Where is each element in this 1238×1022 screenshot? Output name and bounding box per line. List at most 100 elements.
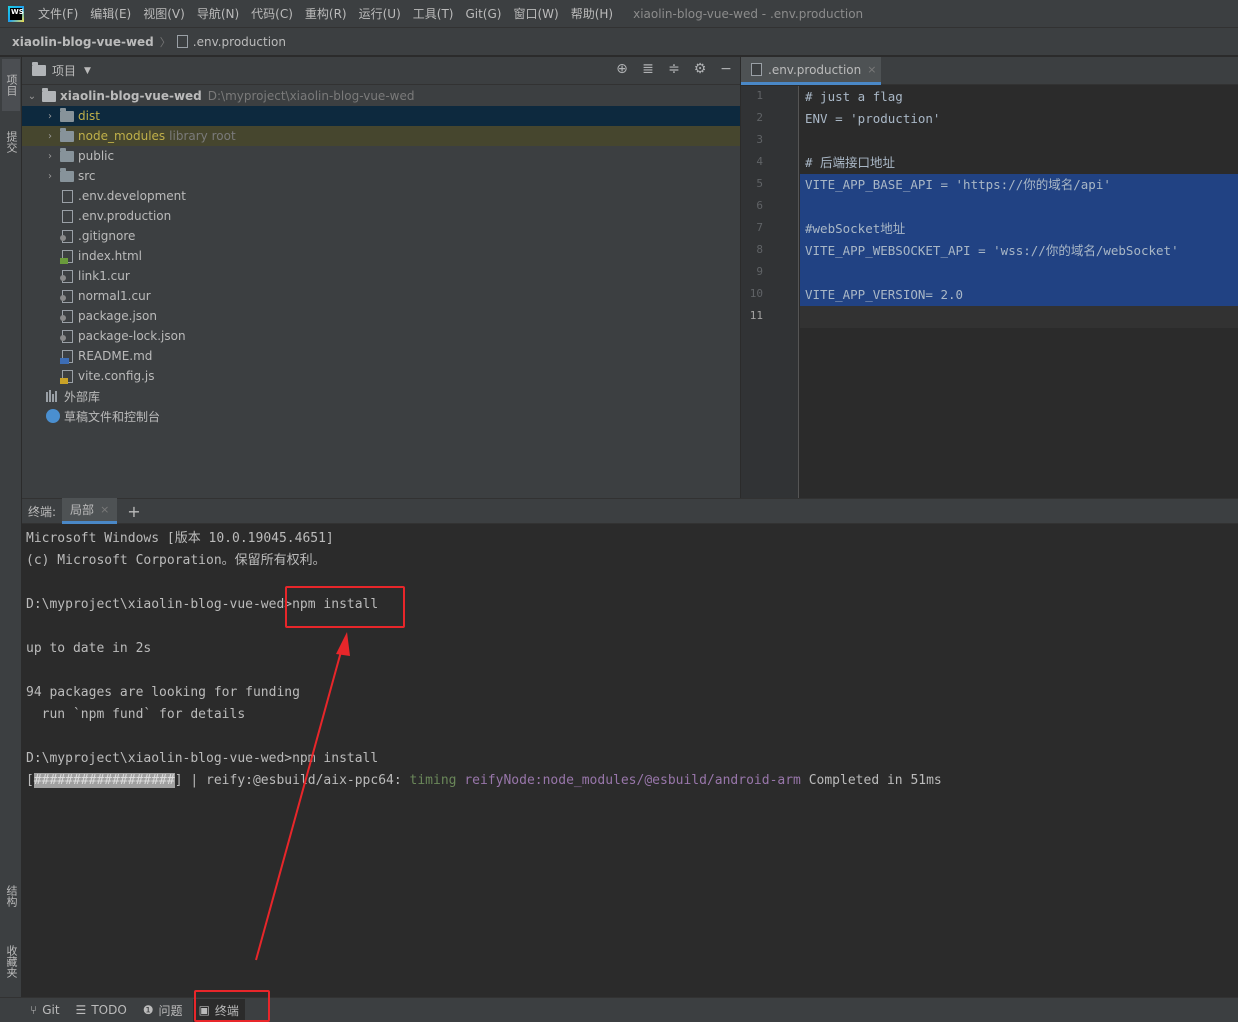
expand-all-icon[interactable]: ≣: [640, 61, 656, 77]
breadcrumb-project[interactable]: xiaolin-blog-vue-wed: [12, 35, 154, 49]
code-line-selected: VITE_APP_VERSION= 2.0: [800, 284, 1238, 306]
close-icon[interactable]: ×: [867, 63, 876, 76]
menu-view[interactable]: 视图(V): [137, 5, 191, 22]
scratches-icon: [46, 409, 60, 423]
tree-file-label: .env.development: [78, 189, 186, 203]
folder-icon: [60, 107, 74, 122]
code-line-selected: #webSocket地址: [800, 218, 1238, 240]
tree-folder-dist[interactable]: › dist: [22, 106, 740, 126]
code-line: ENV = 'production': [805, 111, 941, 126]
menu-run[interactable]: 运行(U): [353, 5, 407, 22]
tree-file-label: vite.config.js: [78, 369, 155, 383]
tool-tab-project[interactable]: 项目: [2, 59, 20, 111]
tree-folder-public[interactable]: › public: [22, 146, 740, 166]
json-file-icon: [60, 309, 73, 323]
annotation-box-npm-install: [285, 586, 405, 628]
menu-tools[interactable]: 工具(T): [407, 5, 460, 22]
hide-icon[interactable]: −: [718, 61, 734, 77]
tree-file-label: normal1.cur: [78, 289, 151, 303]
external-libraries-label: 外部库: [64, 389, 101, 404]
tool-window-problems[interactable]: ❶ 问题: [143, 1002, 183, 1019]
terminal-tab-bar: 终端: 局部 × +: [22, 498, 1238, 524]
folder-icon: [60, 127, 74, 142]
chevron-right-icon[interactable]: ›: [44, 131, 56, 142]
tree-scratches[interactable]: 草稿文件和控制台: [22, 406, 740, 426]
chevron-right-icon[interactable]: ›: [44, 171, 56, 182]
chevron-right-icon[interactable]: ›: [44, 111, 56, 122]
editor-tab-bar: .env.production ×: [741, 57, 1238, 85]
tree-folder-node-modules[interactable]: › node_modules library root: [22, 126, 740, 146]
tree-folder-label: public: [78, 149, 115, 163]
terminal-tab-label: 局部: [70, 503, 95, 517]
webstorm-logo-icon: WS: [8, 5, 24, 22]
terminal-line-empty: [26, 616, 1226, 638]
code-line-selected: VITE_APP_WEBSOCKET_API = 'wss://你的域名/web…: [800, 240, 1238, 262]
menu-edit[interactable]: 编辑(E): [84, 5, 137, 22]
menu-help[interactable]: 帮助(H): [565, 5, 619, 22]
js-file-icon: [60, 369, 73, 384]
add-terminal-button[interactable]: +: [127, 502, 140, 521]
project-panel-tools: ⊕ ≣ ≑ ⚙ −: [614, 61, 734, 77]
collapse-all-icon[interactable]: ≑: [666, 61, 682, 77]
close-icon[interactable]: ×: [100, 503, 109, 516]
terminal-line-empty: [26, 726, 1226, 748]
tree-file[interactable]: package-lock.json: [22, 326, 740, 346]
tool-tab-favorites[interactable]: 收藏夹: [2, 932, 20, 990]
file-icon: [62, 189, 73, 203]
terminal-line: 94 packages are looking for funding: [26, 685, 300, 700]
chevron-right-icon[interactable]: ›: [44, 151, 56, 162]
git-branch-icon: ⑂: [30, 1003, 38, 1017]
tool-tab-structure[interactable]: 结构: [2, 872, 20, 920]
tree-file-label: link1.cur: [78, 269, 130, 283]
chevron-down-icon[interactable]: ⌄: [26, 91, 38, 102]
menu-file[interactable]: 文件(F): [32, 5, 84, 22]
line-number: 6: [756, 199, 763, 212]
breadcrumb-separator-icon: 〉: [159, 35, 171, 49]
tree-file[interactable]: README.md: [22, 346, 740, 366]
project-panel-title[interactable]: 项目: [52, 62, 76, 79]
locate-icon[interactable]: ⊕: [614, 61, 630, 77]
tool-window-git[interactable]: ⑂ Git: [30, 1003, 60, 1017]
project-panel-header: 项目 ▼ ⊕ ≣ ≑ ⚙ −: [22, 57, 740, 85]
progress-done: Completed in 51ms: [800, 773, 942, 788]
tree-file[interactable]: link1.cur: [22, 266, 740, 286]
menu-git[interactable]: Git(G): [459, 7, 507, 21]
terminal-output[interactable]: Microsoft Windows [版本 10.0.19045.4651] (…: [26, 528, 1226, 792]
project-view-icon: [32, 62, 46, 76]
tree-file[interactable]: .env.development: [22, 186, 740, 206]
terminal-progress-line: [##################] | reify:@esbuild/ai…: [26, 770, 1226, 792]
annotation-box-terminal-tab: [194, 990, 270, 1022]
breadcrumb-file[interactable]: .env.production: [176, 35, 286, 49]
terminal-tab-local[interactable]: 局部 ×: [62, 498, 118, 524]
folder-icon: [60, 147, 74, 162]
menu-window[interactable]: 窗口(W): [507, 5, 564, 22]
code-line-current: [800, 306, 1238, 328]
tree-folder-src[interactable]: › src: [22, 166, 740, 186]
tree-root[interactable]: ⌄ xiaolin-blog-vue-wed D:\myproject\xiao…: [22, 86, 740, 106]
menu-code[interactable]: 代码(C): [245, 5, 299, 22]
menu-refactor[interactable]: 重构(R): [299, 5, 353, 22]
tree-file[interactable]: normal1.cur: [22, 286, 740, 306]
code-line-selected: VITE_APP_BASE_API = 'https://你的域名/api': [800, 174, 1238, 196]
editor-tab-env-production[interactable]: .env.production ×: [741, 57, 881, 85]
tree-file[interactable]: vite.config.js: [22, 366, 740, 386]
gear-icon[interactable]: ⚙: [692, 61, 708, 77]
tree-folder-label: src: [78, 169, 96, 183]
tree-file[interactable]: index.html: [22, 246, 740, 266]
terminal-line: (c) Microsoft Corporation。保留所有权利。: [26, 553, 326, 568]
code-editor[interactable]: # just a flag ENV = 'production' # 后端接口地…: [800, 86, 1238, 498]
tool-window-todo[interactable]: ☰ TODO: [76, 1003, 127, 1017]
gitignore-file-icon: [60, 229, 73, 243]
editor-tab-label: .env.production: [768, 62, 862, 77]
menu-navigate[interactable]: 导航(N): [191, 5, 245, 22]
tree-file[interactable]: .env.production: [22, 206, 740, 226]
tree-file[interactable]: package.json: [22, 306, 740, 326]
tool-tab-commit[interactable]: 提交: [2, 117, 20, 167]
line-number-gutter: 1 2 3 4 5 6 7 8 9 10 11: [741, 86, 799, 498]
bottom-tool-bar: ⑂ Git ☰ TODO ❶ 问题 ▣ 终端: [0, 997, 1238, 1022]
chevron-down-icon[interactable]: ▼: [84, 66, 91, 76]
tree-file[interactable]: .gitignore: [22, 226, 740, 246]
tree-external-libraries[interactable]: 外部库: [22, 386, 740, 406]
line-number: 2: [756, 111, 763, 124]
